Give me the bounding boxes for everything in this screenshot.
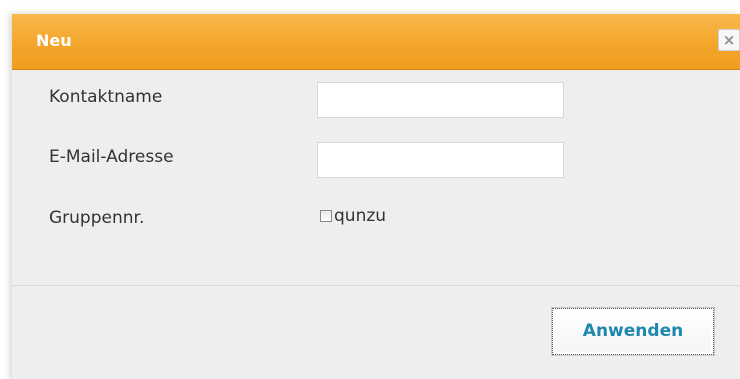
apply-button[interactable]: Anwenden: [552, 308, 714, 355]
close-button[interactable]: ×: [718, 29, 740, 51]
contact-name-input[interactable]: [317, 82, 564, 118]
group-checkbox-label[interactable]: qunzu: [334, 206, 386, 226]
contact-name-label: Kontaktname: [49, 87, 163, 107]
new-contact-dialog: Neu × Kontaktname E-Mail-Adresse Gruppen…: [12, 14, 740, 379]
email-label: E-Mail-Adresse: [49, 147, 174, 167]
apply-button-label: Anwenden: [582, 321, 684, 341]
group-checkbox[interactable]: [320, 210, 332, 222]
group-number-label: Gruppennr.: [49, 208, 145, 228]
footer-divider: [12, 285, 740, 286]
dialog-titlebar: Neu ×: [12, 14, 740, 70]
close-icon: ×: [722, 31, 736, 49]
dialog-title: Neu: [36, 31, 72, 50]
email-input[interactable]: [317, 142, 564, 178]
